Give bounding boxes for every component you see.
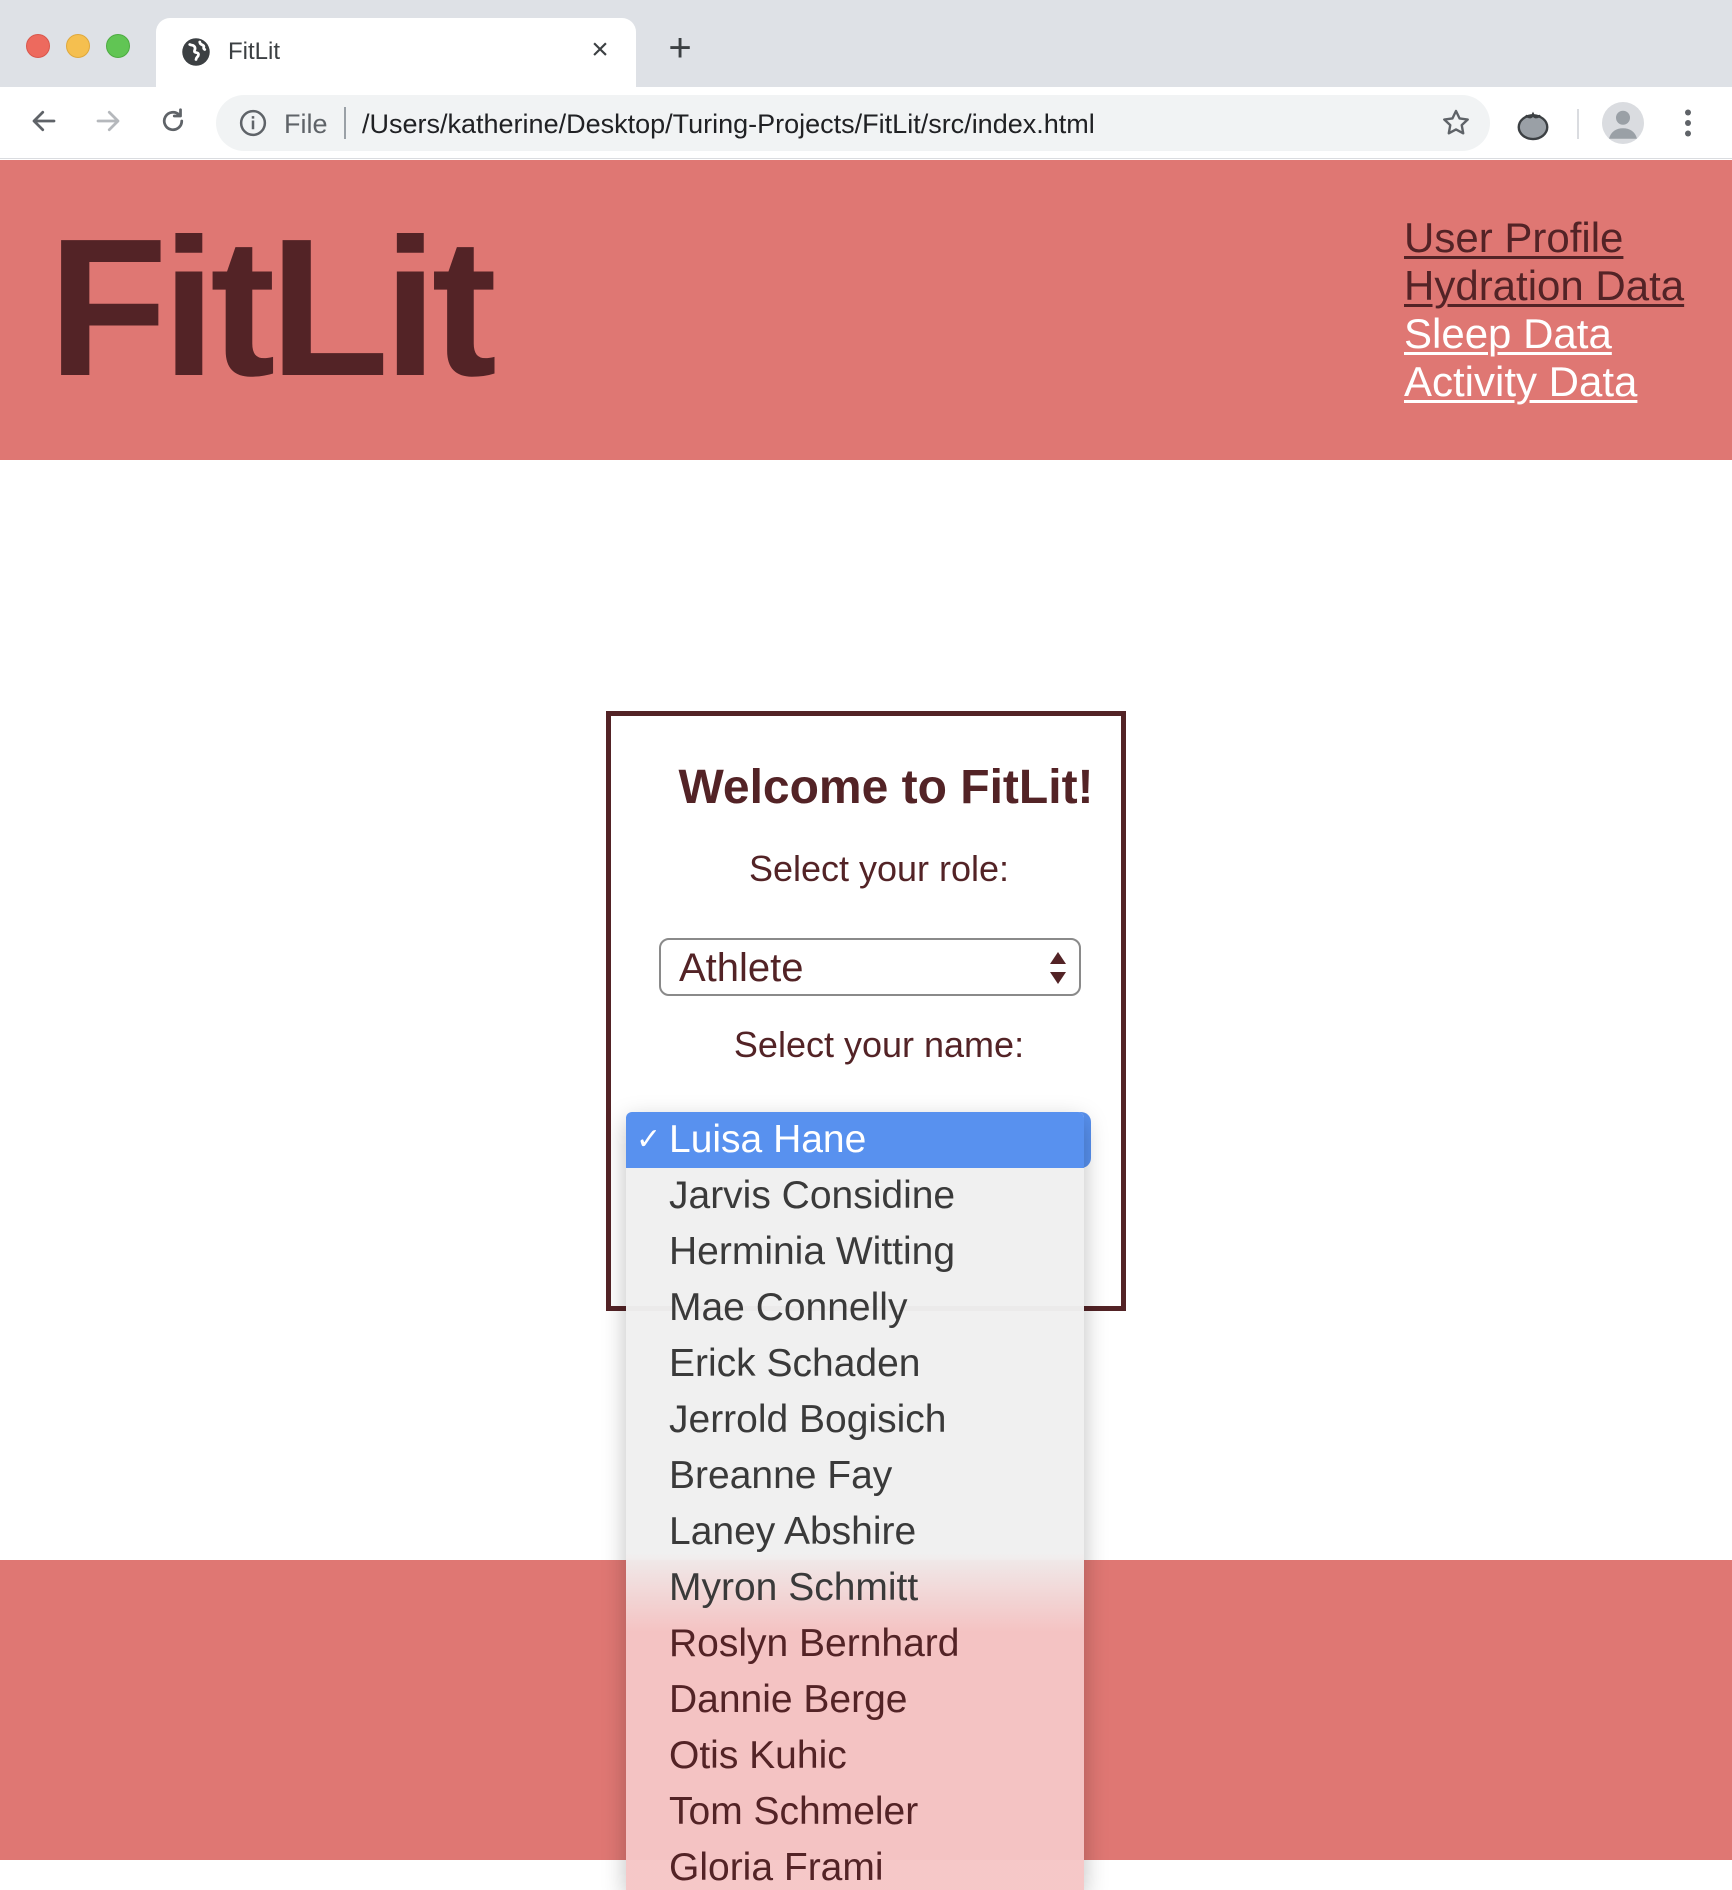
dropdown-option-label: Roslyn Bernhard xyxy=(669,1622,960,1665)
address-bar[interactable]: File /Users/katherine/Desktop/Turing-Pro… xyxy=(216,95,1490,151)
browser-toolbar: File /Users/katherine/Desktop/Turing-Pro… xyxy=(0,87,1732,159)
tab-strip: FitLit × + xyxy=(0,0,1732,88)
nav-activity-data-link[interactable]: Activity Data xyxy=(1404,358,1684,406)
site-logo: FitLit xyxy=(48,198,497,417)
site-header: FitLit User Profile Hydration Data Sleep… xyxy=(0,160,1732,460)
dropdown-option-label: Gloria Frami xyxy=(669,1846,884,1889)
reload-button[interactable] xyxy=(151,99,195,143)
dropdown-option[interactable]: Gloria Frami xyxy=(626,1840,1084,1890)
dropdown-option-label: Dannie Berge xyxy=(669,1678,908,1721)
role-select[interactable]: Athlete xyxy=(659,938,1081,996)
user-icon xyxy=(1609,110,1637,139)
tab-title: FitLit xyxy=(228,38,281,65)
dropdown-option[interactable]: Mae Connelly xyxy=(626,1280,1084,1336)
dropdown-option[interactable]: Otis Kuhic xyxy=(626,1728,1084,1784)
dropdown-option-label: Jerrold Bogisich xyxy=(669,1398,947,1441)
zoom-window-button[interactable] xyxy=(106,34,130,58)
dropdown-option-label: Breanne Fay xyxy=(669,1454,893,1497)
minimize-window-button[interactable] xyxy=(66,34,90,58)
dropdown-option-label: Laney Abshire xyxy=(669,1510,917,1553)
toolbar-divider xyxy=(1577,109,1579,139)
role-label: Select your role: xyxy=(748,848,1010,889)
dropdown-option[interactable]: Dannie Berge xyxy=(626,1672,1084,1728)
dropdown-option-label: Tom Schmeler xyxy=(669,1790,919,1833)
nav-sleep-data-link[interactable]: Sleep Data xyxy=(1404,310,1684,358)
page-viewport: FitLit User Profile Hydration Data Sleep… xyxy=(0,160,1732,1890)
dropdown-option-label: Luisa Hane xyxy=(669,1118,867,1161)
name-dropdown-list: ✓ Luisa Hane Jarvis Considine Herminia Witt… xyxy=(626,1112,1084,1890)
site-nav: User Profile Hydration Data Sleep Data A… xyxy=(1404,214,1684,406)
nav-hydration-data-link[interactable]: Hydration Data xyxy=(1404,262,1684,310)
reload-icon xyxy=(162,108,184,132)
dropdown-option[interactable]: Laney Abshire xyxy=(626,1504,1084,1560)
dropdown-option-label: Jarvis Considine xyxy=(669,1174,956,1217)
star-icon[interactable] xyxy=(1440,107,1472,139)
arrow-left-icon xyxy=(32,110,56,132)
role-select-value: Athlete xyxy=(679,946,804,990)
dropdown-option[interactable]: Jarvis Considine xyxy=(626,1168,1084,1224)
tomato-extension-icon[interactable] xyxy=(1514,105,1552,143)
dropdown-option-label: Mae Connelly xyxy=(669,1286,908,1329)
dropdown-option[interactable]: Roslyn Bernhard xyxy=(626,1616,1084,1672)
arrow-right-icon xyxy=(96,110,120,132)
back-button[interactable] xyxy=(22,99,66,143)
profile-avatar[interactable] xyxy=(1602,102,1644,144)
dropdown-option-label: Herminia Witting xyxy=(669,1230,956,1273)
new-tab-button[interactable]: + xyxy=(660,28,700,68)
tab-close-button[interactable]: × xyxy=(582,32,618,68)
dropdown-option[interactable]: Herminia Witting xyxy=(626,1224,1084,1280)
dropdown-option[interactable]: Myron Schmitt xyxy=(626,1560,1084,1616)
dropdown-option-label: Myron Schmitt xyxy=(669,1566,919,1609)
close-window-button[interactable] xyxy=(26,34,50,58)
select-arrows-icon xyxy=(1050,952,1066,984)
dropdown-option[interactable]: Erick Schaden xyxy=(626,1336,1084,1392)
info-icon[interactable] xyxy=(238,108,268,138)
omnibox-divider xyxy=(344,107,346,139)
dropdown-option-label: Erick Schaden xyxy=(669,1342,921,1385)
kebab-menu-icon[interactable] xyxy=(1670,103,1706,143)
name-label: Select your name: xyxy=(733,1024,1025,1065)
nav-user-profile-link[interactable]: User Profile xyxy=(1404,214,1684,262)
dropdown-option-label: Otis Kuhic xyxy=(669,1734,847,1777)
checkmark-icon: ✓ xyxy=(636,1123,662,1156)
active-tab[interactable]: FitLit × xyxy=(156,18,636,88)
url-text[interactable]: /Users/katherine/Desktop/Turing-Projects… xyxy=(362,109,1095,140)
url-scheme: File xyxy=(284,109,328,139)
globe-icon xyxy=(182,38,210,66)
dropdown-option[interactable]: Breanne Fay xyxy=(626,1448,1084,1504)
forward-button[interactable] xyxy=(86,99,130,143)
dropdown-option-selected[interactable]: ✓ Luisa Hane xyxy=(626,1112,1084,1168)
dropdown-option[interactable]: Jerrold Bogisich xyxy=(626,1392,1084,1448)
dropdown-option[interactable]: Tom Schmeler xyxy=(626,1784,1084,1840)
welcome-title: Welcome to FitLit! xyxy=(678,761,1094,814)
